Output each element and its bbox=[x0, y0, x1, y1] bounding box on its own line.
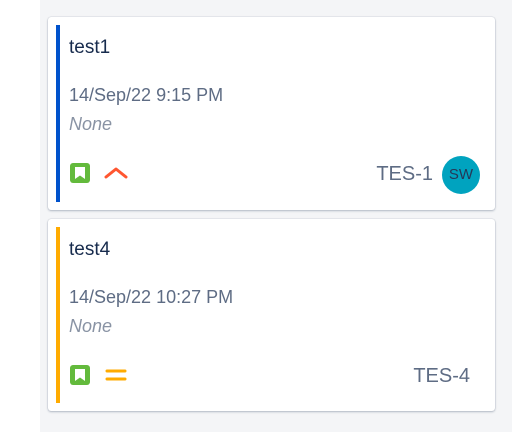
issue-card-tes-1[interactable]: test1 14/Sep/22 9:15 PM None TES-1 SW bbox=[48, 17, 495, 210]
issue-card-tes-4[interactable]: test4 14/Sep/22 10:27 PM None TES-4 bbox=[48, 219, 495, 411]
card-accent-bar bbox=[56, 25, 60, 202]
avatar[interactable]: SW bbox=[442, 156, 480, 194]
story-icon bbox=[70, 163, 90, 183]
card-date: 14/Sep/22 10:27 PM bbox=[69, 287, 234, 307]
chevron-up-icon bbox=[104, 163, 128, 183]
card-title: test1 bbox=[69, 37, 111, 58]
card-title: test4 bbox=[69, 239, 111, 260]
issue-key[interactable]: TES-1 bbox=[376, 163, 433, 186]
card-accent-bar bbox=[56, 227, 60, 403]
story-icon bbox=[70, 365, 90, 385]
card-field-value: None bbox=[69, 316, 113, 336]
card-date: 14/Sep/22 9:15 PM bbox=[69, 85, 224, 105]
card-field-value: None bbox=[69, 114, 113, 134]
issue-key[interactable]: TES-4 bbox=[413, 365, 470, 388]
equals-icon bbox=[104, 365, 128, 385]
